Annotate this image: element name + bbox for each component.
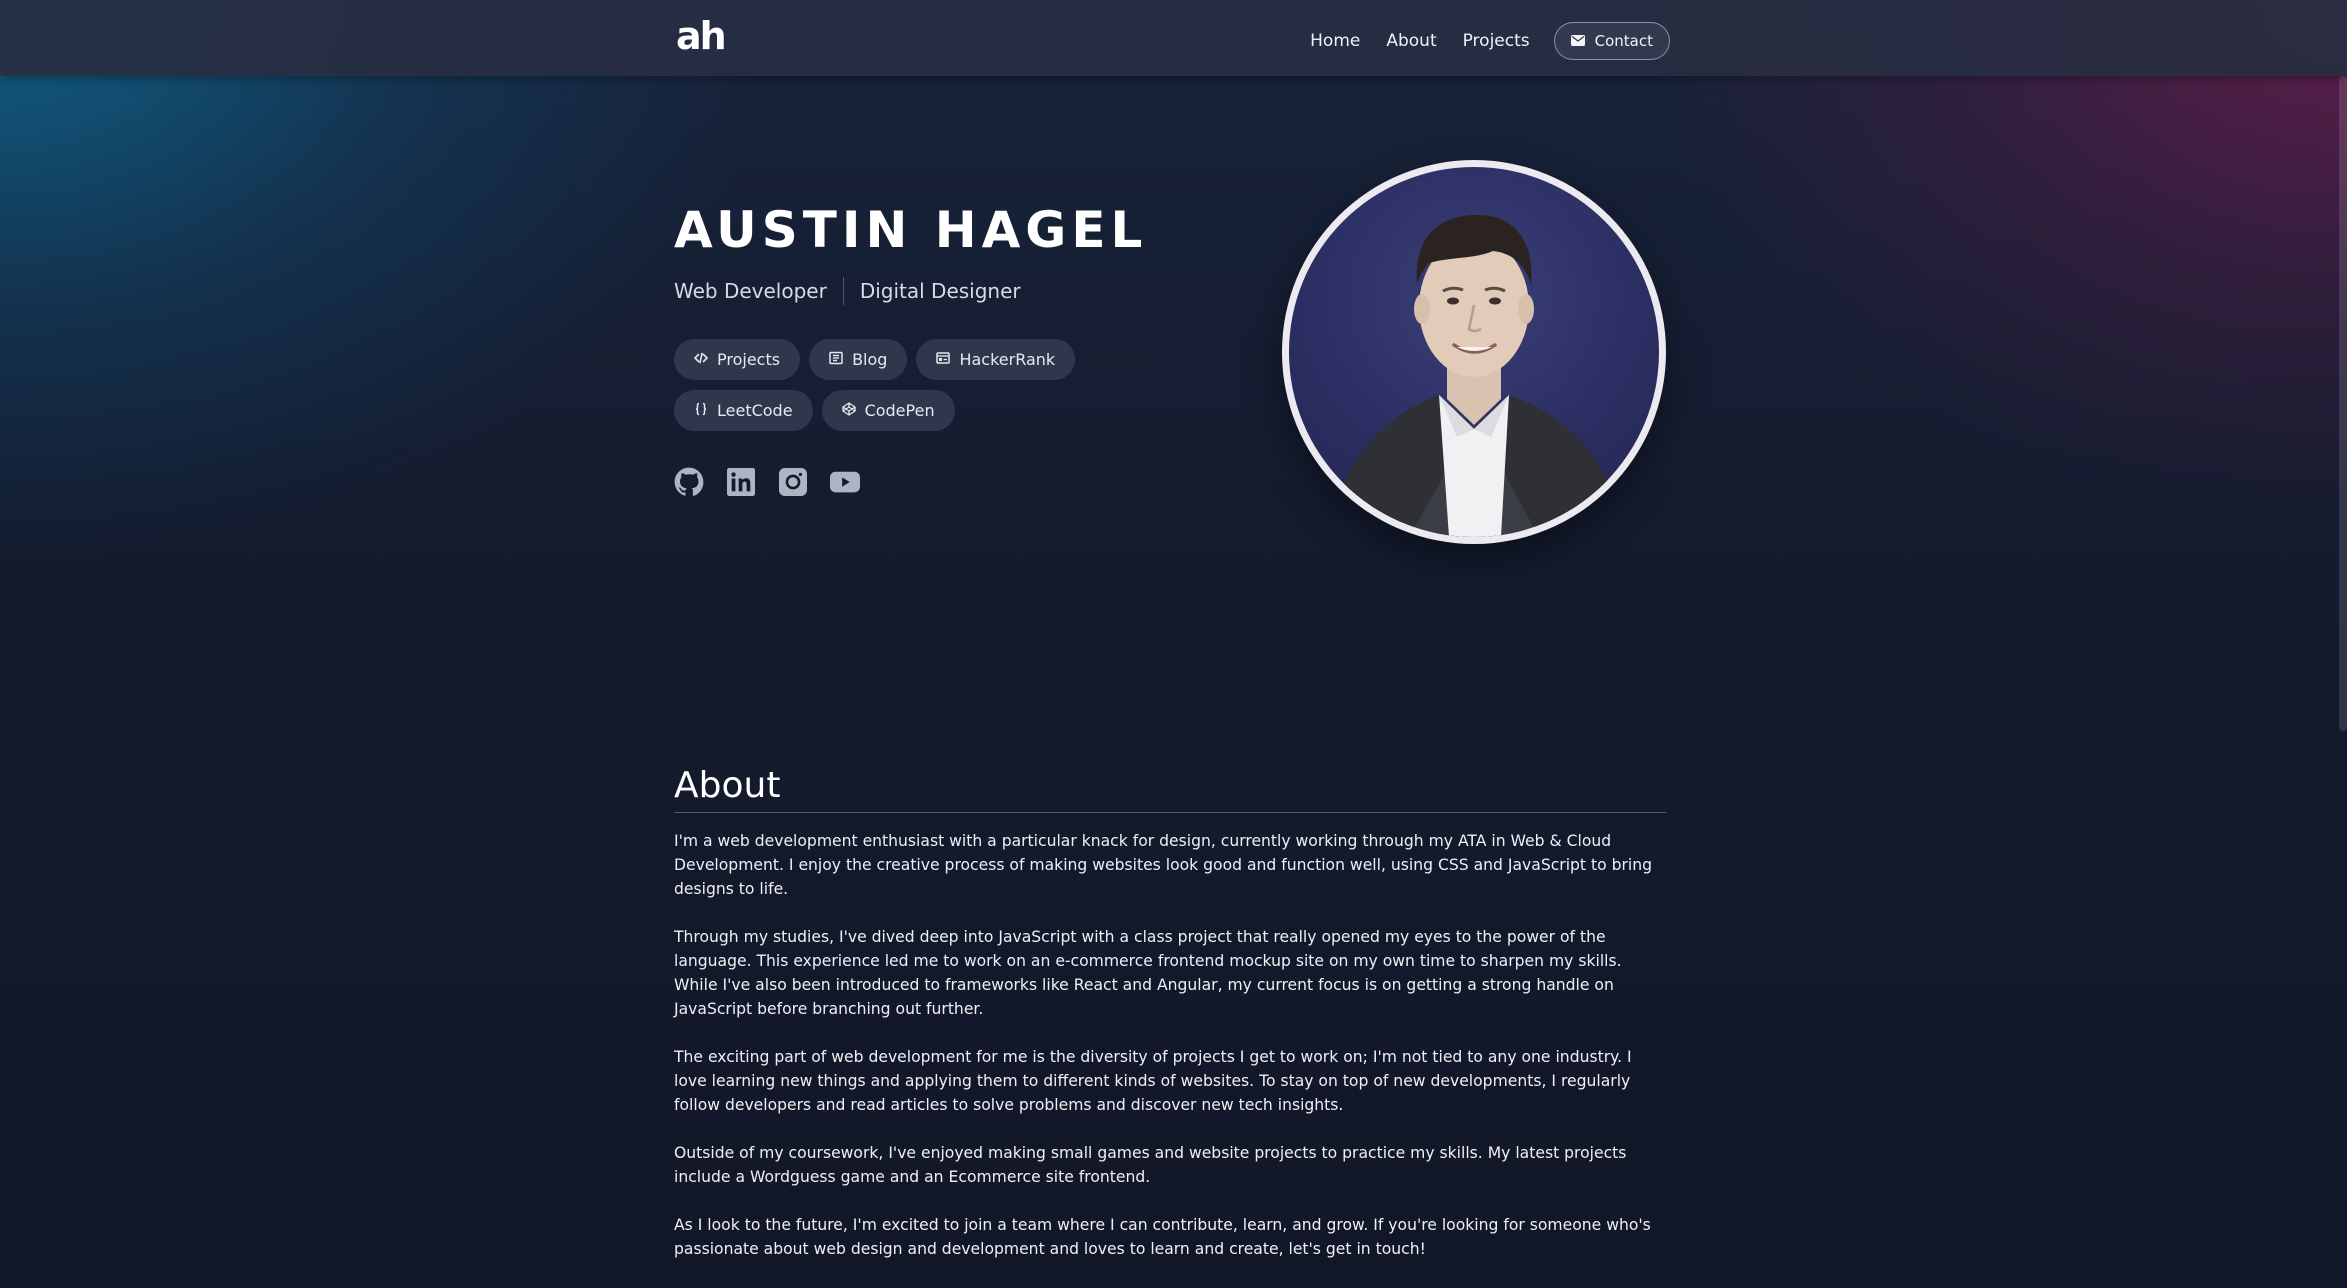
about-paragraph-5: As I look to the future, I'm excited to … bbox=[674, 1216, 1651, 1258]
link-pills: Projects Blog HackerRank LeetCode CodePe… bbox=[674, 339, 1214, 431]
about-paragraph-1: I'm a web development enthusiast with a … bbox=[674, 832, 1653, 898]
nav-about-link[interactable]: About bbox=[1386, 31, 1436, 51]
leetcode-pill-label: LeetCode bbox=[717, 401, 793, 420]
blog-icon bbox=[829, 350, 843, 369]
instagram-icon[interactable] bbox=[778, 467, 808, 497]
about-paragraph-3: The exciting part of web development for… bbox=[674, 1048, 1632, 1114]
about-paragraph-4: Outside of my coursework, I've enjoyed m… bbox=[674, 1144, 1627, 1186]
github-icon[interactable] bbox=[674, 467, 704, 497]
youtube-icon[interactable] bbox=[830, 467, 860, 497]
codepen-pill-label: CodePen bbox=[864, 401, 935, 420]
about-section: About I'm a web development enthusiast w… bbox=[674, 765, 1666, 1261]
hero-name: AUSTIN HAGEL bbox=[674, 201, 1148, 259]
role-digital-designer: Digital Designer bbox=[859, 279, 1021, 303]
page-scrollbar[interactable] bbox=[2339, 76, 2347, 731]
envelope-icon bbox=[1570, 32, 1585, 50]
hackerrank-pill-label: HackerRank bbox=[959, 350, 1056, 369]
navbar: ah Home About Projects Contact bbox=[0, 0, 2347, 76]
hero-roles: Web Developer Digital Designer bbox=[674, 277, 1214, 305]
about-heading: About bbox=[674, 765, 1666, 813]
code-icon bbox=[693, 350, 709, 369]
linkedin-icon[interactable] bbox=[726, 467, 756, 497]
hackerrank-icon bbox=[936, 350, 951, 369]
projects-pill-label: Projects bbox=[717, 350, 781, 369]
blog-pill[interactable]: Blog bbox=[809, 339, 908, 380]
codepen-icon bbox=[841, 401, 856, 420]
contact-button[interactable]: Contact bbox=[1553, 22, 1670, 60]
profile-photo-frame bbox=[1282, 160, 1666, 544]
role-divider bbox=[842, 277, 844, 305]
leetcode-pill[interactable]: LeetCode bbox=[674, 390, 813, 431]
blog-pill-label: Blog bbox=[852, 350, 888, 369]
contact-button-label: Contact bbox=[1594, 32, 1653, 50]
nav-home-link[interactable]: Home bbox=[1310, 31, 1360, 51]
role-web-developer: Web Developer bbox=[674, 279, 827, 303]
braces-icon bbox=[694, 401, 708, 420]
hero-section: AUSTIN HAGEL Web Developer Digital Desig… bbox=[674, 205, 1214, 497]
site-logo[interactable]: ah bbox=[676, 14, 727, 58]
social-links bbox=[674, 467, 1214, 497]
codepen-pill[interactable]: CodePen bbox=[821, 390, 955, 431]
hackerrank-pill[interactable]: HackerRank bbox=[916, 339, 1076, 380]
nav-projects-link[interactable]: Projects bbox=[1463, 31, 1530, 51]
profile-photo bbox=[1289, 167, 1659, 537]
nav-links: Home About Projects Contact bbox=[1284, 22, 1670, 60]
about-paragraph-2: Through my studies, I've dived deep into… bbox=[674, 928, 1622, 1018]
projects-pill[interactable]: Projects bbox=[674, 339, 801, 380]
